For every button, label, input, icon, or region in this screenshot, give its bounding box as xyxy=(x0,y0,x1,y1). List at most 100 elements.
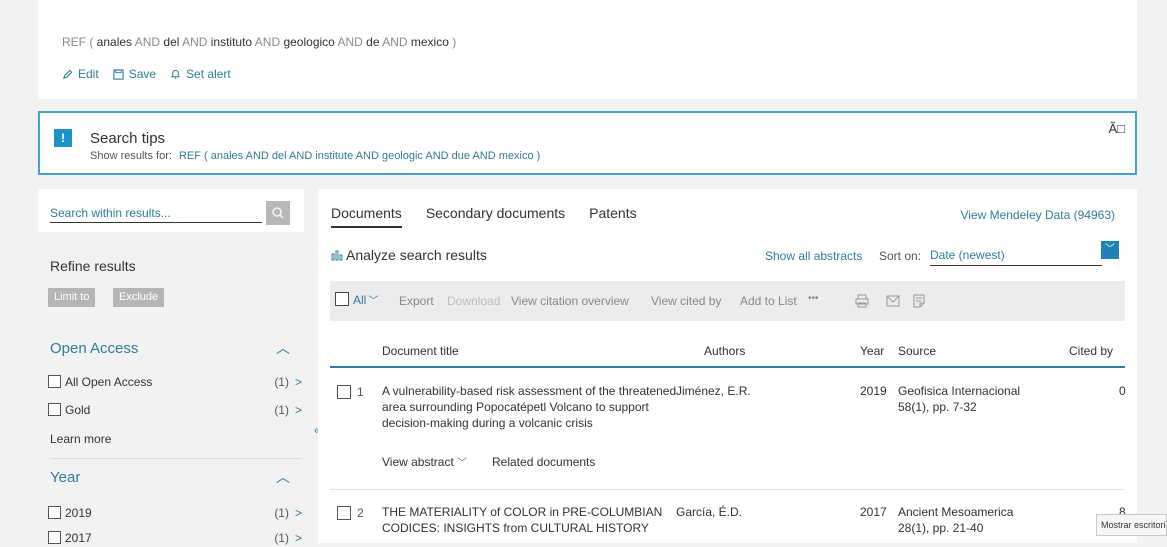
export-button[interactable]: Export xyxy=(399,294,434,308)
chevron-up-icon[interactable]: ︿ xyxy=(276,338,290,358)
facet-item-all-open-access[interactable]: All Open Access (1) > xyxy=(48,375,302,391)
tab-documents[interactable]: Documents xyxy=(331,205,402,228)
title-line: A vulnerability-based risk assessment of… xyxy=(382,384,677,398)
facet-label: All Open Access xyxy=(65,375,153,389)
row-number: 2 xyxy=(357,506,364,520)
document-title-link[interactable]: THE MATERIALITY of COLOR in PRE-COLUMBIA… xyxy=(382,504,692,536)
query-operator: AND xyxy=(334,35,367,49)
facet-count: (1) xyxy=(274,506,289,520)
chevron-up-icon[interactable]: ︿ xyxy=(276,467,290,487)
learn-more-link[interactable]: Learn more xyxy=(50,432,111,446)
more-options-icon[interactable]: ••• xyxy=(808,293,819,304)
save-button[interactable]: Save xyxy=(113,67,156,81)
year-cell: 2019 xyxy=(860,384,887,398)
query-operator: AND xyxy=(252,35,284,49)
view-cited-by-button[interactable]: View cited by xyxy=(651,294,721,308)
download-button[interactable]: Download xyxy=(447,294,500,308)
header-cited-by[interactable]: Cited by xyxy=(1069,344,1113,358)
checkbox[interactable] xyxy=(48,375,61,388)
select-all-checkbox[interactable] xyxy=(335,292,349,306)
facet-item-year-2017[interactable]: 2017 (1) > xyxy=(48,531,302,547)
info-icon: ! xyxy=(54,129,72,147)
search-icon xyxy=(272,207,284,219)
title-line: THE MATERIALITY of COLOR in PRE-COLUMBIA… xyxy=(382,505,663,519)
row-number: 1 xyxy=(357,385,364,399)
query-panel: REF ( anales AND del AND instituto AND g… xyxy=(38,0,1137,99)
bar-chart-icon xyxy=(331,250,343,261)
checkbox[interactable] xyxy=(48,403,61,416)
email-icon[interactable] xyxy=(886,295,900,307)
chevron-down-icon: ﹀ xyxy=(457,458,468,469)
suggestion-link[interactable]: REF ( anales AND del AND institute AND g… xyxy=(179,150,540,162)
bibliography-icon[interactable] xyxy=(913,294,925,308)
chevron-right-icon[interactable]: > xyxy=(295,506,302,520)
query-string: REF ( anales AND del AND instituto AND g… xyxy=(62,35,456,49)
show-desktop-tooltip: Mostrar escritorio xyxy=(1096,514,1167,536)
search-tips-title: Search tips xyxy=(90,130,166,147)
source-cell[interactable]: Ancient Mesoamerica 28(1), pp. 21-40 xyxy=(898,504,1013,536)
print-icon[interactable] xyxy=(855,294,869,308)
select-all-label: All xyxy=(353,293,367,307)
title-line: area surrounding Popocatépetl Volcano to… xyxy=(382,400,649,414)
facet-label: Gold xyxy=(65,403,91,417)
tab-patents[interactable]: Patents xyxy=(589,205,636,228)
add-to-list-button[interactable]: Add to List xyxy=(740,294,797,308)
view-abstract-toggle[interactable]: View abstract ﹀ xyxy=(382,454,467,472)
edit-button[interactable]: Edit xyxy=(62,67,99,81)
view-abstract-label: View abstract xyxy=(382,455,454,469)
limit-to-button[interactable]: Limit to xyxy=(48,288,96,307)
query-actions: Edit Save Set alert xyxy=(62,67,231,81)
cited-by-count[interactable]: 0 xyxy=(1119,383,1126,399)
related-documents-link[interactable]: Related documents xyxy=(492,454,595,470)
header-authors[interactable]: Authors xyxy=(704,344,745,358)
row-checkbox[interactable] xyxy=(337,506,351,520)
query-term: instituto xyxy=(210,35,253,49)
analyze-search-results-link[interactable]: Analyze search results xyxy=(331,247,487,263)
search-within-box xyxy=(38,189,304,232)
source-title: Geofisica Internacional xyxy=(898,384,1021,398)
open-access-facet-title[interactable]: Open Access xyxy=(50,340,138,357)
header-source[interactable]: Source xyxy=(898,344,936,358)
bell-icon xyxy=(170,69,181,79)
query-term: de xyxy=(366,35,380,49)
view-mendeley-data-link[interactable]: View Mendeley Data (94963) xyxy=(960,208,1115,222)
set-alert-button[interactable]: Set alert xyxy=(170,67,231,81)
facet-item-year-2019[interactable]: 2019 (1) > xyxy=(48,506,302,522)
show-all-abstracts-link[interactable]: Show all abstracts xyxy=(765,249,862,263)
chevron-right-icon[interactable]: > xyxy=(295,375,302,389)
row-divider xyxy=(330,489,1125,490)
select-all-dropdown[interactable]: All ﹀ xyxy=(335,292,378,307)
query-operator: ) xyxy=(448,35,457,49)
author-link[interactable]: Jiménez, E.R. xyxy=(676,383,751,399)
view-citation-overview-button[interactable]: View citation overview xyxy=(511,294,629,308)
checkbox[interactable] xyxy=(48,506,61,519)
header-document-title[interactable]: Document title xyxy=(382,344,459,358)
facet-label: 2019 xyxy=(65,506,92,520)
search-within-input[interactable] xyxy=(50,203,262,223)
chevron-down-icon[interactable]: ﹀ xyxy=(1101,241,1119,259)
source-volume: 28(1), pp. 21-40 xyxy=(898,521,984,535)
refine-title: Refine results xyxy=(50,258,136,274)
search-within-button[interactable] xyxy=(266,201,290,225)
author-link[interactable]: García, É.D. xyxy=(676,504,742,520)
checkbox[interactable] xyxy=(48,531,61,544)
chevron-right-icon[interactable]: > xyxy=(295,403,302,417)
close-tips-button[interactable]: Ã□ xyxy=(1108,121,1125,136)
year-facet-title[interactable]: Year xyxy=(50,469,80,486)
query-term: mexico xyxy=(410,35,449,49)
save-label: Save xyxy=(128,67,157,81)
source-cell[interactable]: Geofisica Internacional 58(1), pp. 7-32 xyxy=(898,383,1020,415)
sort-select[interactable]: Date (newest) xyxy=(930,246,1102,266)
tab-secondary-documents[interactable]: Secondary documents xyxy=(426,205,565,228)
row-checkbox[interactable] xyxy=(337,385,351,399)
edit-label: Edit xyxy=(78,67,99,81)
header-year[interactable]: Year xyxy=(860,344,884,358)
document-title-link[interactable]: A vulnerability-based risk assessment of… xyxy=(382,383,692,431)
results-panel: Documents Secondary documents Patents Vi… xyxy=(318,189,1137,543)
query-operator: AND xyxy=(179,35,211,49)
suggestion-prefix: Show results for: xyxy=(90,150,172,162)
search-suggestion: Show results for: REF ( anales AND del A… xyxy=(90,150,540,162)
year-cell: 2017 xyxy=(860,505,887,519)
exclude-button[interactable]: Exclude xyxy=(113,288,165,307)
facet-item-gold[interactable]: Gold (1) > xyxy=(48,403,302,419)
